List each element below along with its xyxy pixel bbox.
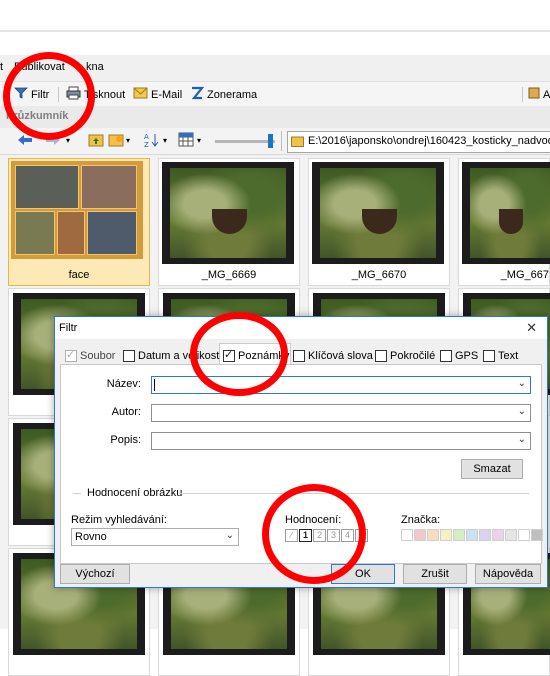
menu-item-windows[interactable]: kna	[86, 61, 104, 73]
folder-icon	[291, 135, 304, 150]
tab-gps[interactable]: GPS	[440, 347, 478, 364]
description-field[interactable]: ⌄	[151, 432, 531, 450]
search-mode-value: Rovno	[75, 531, 107, 543]
tag-color-swatch[interactable]	[414, 529, 426, 541]
tab-pokrocile[interactable]: Pokročilé	[375, 347, 435, 364]
description-label: Popis:	[110, 434, 141, 446]
tag-color-swatch[interactable]	[453, 529, 465, 541]
checkbox-icon	[293, 349, 305, 362]
cancel-button[interactable]: Zrušit	[403, 564, 467, 584]
thumbnail-caption: _MG_667	[500, 269, 549, 281]
toolbar-divider	[522, 87, 523, 102]
toolbar-overflow-button[interactable]: A	[528, 86, 550, 103]
chevron-down-icon[interactable]: ⌄	[518, 406, 526, 417]
tag-color-swatch[interactable]	[427, 529, 439, 541]
zonerama-label: Zonerama	[207, 88, 258, 101]
zonerama-button[interactable]: Zonerama	[190, 86, 257, 103]
tool-icon	[528, 87, 540, 102]
view-grid-icon[interactable]	[178, 132, 194, 148]
garden-photo	[162, 162, 294, 264]
folder-dropdown-icon[interactable]: ▾	[126, 136, 142, 152]
search-mode-label: Režim vyhledávání:	[71, 514, 167, 526]
section-divider	[73, 493, 81, 494]
author-label: Autor:	[111, 406, 141, 418]
default-button[interactable]: Výchozí	[60, 564, 130, 584]
title-separator	[0, 30, 550, 32]
address-bar[interactable]: E:\2016\japonsko\ondrej\160423_kosticky_…	[287, 131, 550, 153]
annotation-circle	[262, 484, 366, 584]
garden-photo	[312, 162, 444, 264]
view-dropdown-icon[interactable]: ▾	[197, 136, 213, 152]
annotation-circle	[3, 52, 95, 140]
annotation-circle	[190, 312, 288, 396]
thumbnail-size-slider[interactable]	[215, 140, 275, 143]
name-label: Název:	[106, 378, 141, 390]
svg-text:Z: Z	[144, 141, 149, 148]
tag-color-swatch[interactable]	[479, 529, 491, 541]
tag-color-picker[interactable]	[401, 529, 544, 544]
tag-color-swatch[interactable]	[466, 529, 478, 541]
sort-dropdown-icon[interactable]: ▾	[163, 136, 179, 152]
sort-icon[interactable]: AZ	[144, 132, 160, 149]
thumbnail-face[interactable]: face	[8, 158, 150, 286]
collage-image	[11, 161, 143, 259]
help-button[interactable]: Nápověda	[475, 564, 541, 584]
email-label: E-Mail	[151, 88, 183, 101]
thumbnail-mg-6671[interactable]: _MG_667	[458, 158, 550, 286]
dialog-title-bar: Filtr ✕	[55, 317, 547, 339]
search-mode-select[interactable]: Rovno ⌄	[71, 528, 239, 546]
navbar-divider	[281, 131, 282, 151]
dialog-title: Filtr	[59, 322, 78, 334]
folder-star-icon[interactable]	[108, 132, 124, 148]
tag-label: Značka:	[401, 514, 441, 526]
thumbnail-mg-6669[interactable]: _MG_6669	[158, 158, 300, 286]
text-caret	[154, 379, 155, 391]
address-path: E:\2016\japonsko\ondrej\160423_kosticky_…	[308, 135, 550, 147]
thumbnail-mg-6670[interactable]: _MG_6670	[308, 158, 450, 286]
tab-klicova-slova[interactable]: Klíčová slova	[293, 347, 373, 364]
zonerama-icon	[190, 86, 205, 103]
toolbar-overflow-label: A	[543, 88, 550, 101]
section-divider	[179, 493, 529, 494]
checkbox-icon	[483, 349, 495, 362]
email-button[interactable]: E-Mail	[133, 86, 182, 103]
rating-section-title: Hodnocení obrázku	[87, 487, 183, 499]
tag-color-swatch[interactable]	[401, 529, 413, 541]
thumbnail-caption: _MG_6669	[201, 269, 257, 281]
thumbnail-caption: face	[68, 269, 90, 281]
chevron-down-icon[interactable]: ⌄	[518, 434, 526, 445]
chevron-down-icon: ⌄	[225, 530, 234, 541]
svg-text:A: A	[144, 133, 149, 141]
close-icon[interactable]: ✕	[526, 320, 537, 336]
chevron-down-icon[interactable]: ⌄	[518, 378, 526, 389]
title-area	[0, 0, 550, 30]
clear-button[interactable]: Smazat	[461, 459, 523, 479]
thumbnail-size-slider-handle[interactable]	[268, 134, 273, 148]
menu-item-partial[interactable]: t	[0, 61, 3, 73]
tab-soubor[interactable]: Soubor	[65, 347, 115, 364]
folder-up-icon[interactable]	[88, 132, 104, 148]
garden-photo	[462, 162, 550, 264]
checkbox-icon	[375, 349, 387, 362]
tab-text[interactable]: Text	[483, 347, 518, 364]
checkbox-icon	[440, 349, 452, 362]
tag-color-swatch[interactable]	[531, 529, 543, 541]
tag-color-swatch[interactable]	[440, 529, 452, 541]
thumbnail-caption: _MG_6670	[351, 269, 407, 281]
author-field[interactable]: ⌄	[151, 404, 531, 422]
checkbox-icon	[123, 349, 135, 362]
forward-dropdown-icon[interactable]: ▾	[66, 136, 82, 152]
envelope-icon	[133, 87, 148, 102]
tag-color-swatch[interactable]	[505, 529, 517, 541]
tag-color-swatch[interactable]	[492, 529, 504, 541]
tag-color-swatch[interactable]	[518, 529, 530, 541]
checkbox-icon	[65, 348, 77, 362]
